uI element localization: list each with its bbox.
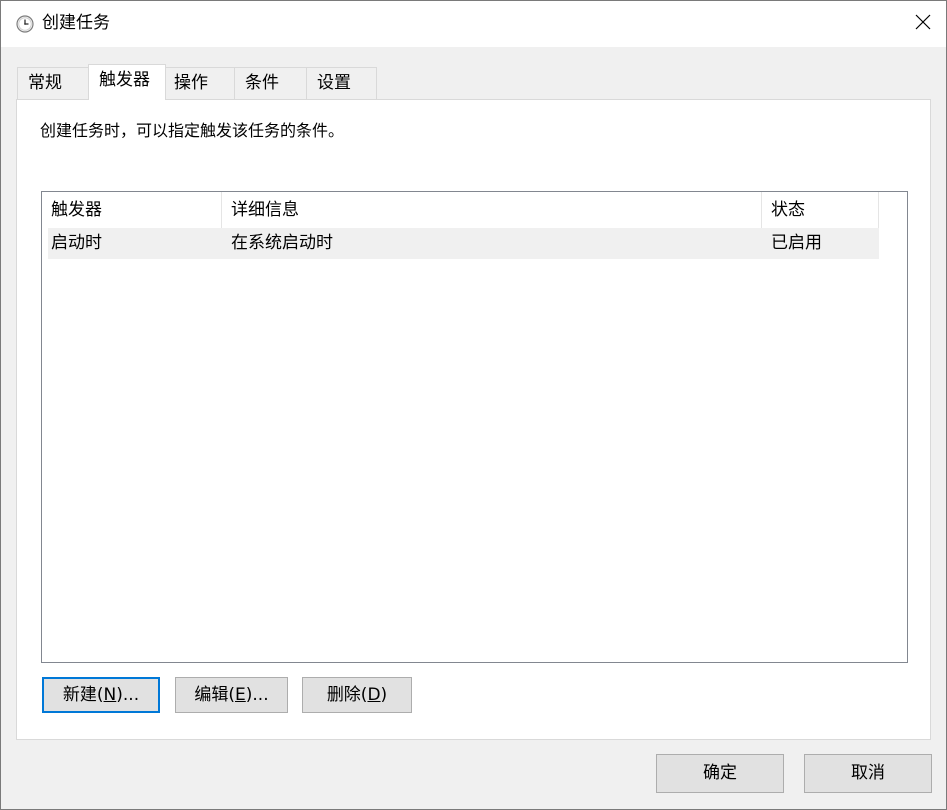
panel-description: 创建任务时，可以指定触发该任务的条件。	[40, 121, 345, 140]
column-header-status[interactable]: 状态	[762, 192, 879, 228]
list-header: 触发器 详细信息 状态	[42, 192, 907, 228]
close-button[interactable]	[900, 1, 946, 47]
delete-button-suffix: )	[380, 685, 388, 705]
list-item[interactable]: 启动时 在系统启动时 已启用	[48, 228, 879, 259]
new-button[interactable]: 新建(N)...	[42, 677, 160, 713]
close-icon	[915, 14, 931, 34]
edit-button[interactable]: 编辑(E)...	[175, 677, 288, 713]
triggers-list[interactable]: 触发器 详细信息 状态 启动时 在系统启动时 已启用	[41, 191, 908, 663]
column-header-trigger[interactable]: 触发器	[42, 192, 222, 228]
tab-triggers[interactable]: 触发器	[88, 64, 166, 100]
cell-status: 已启用	[771, 233, 822, 253]
cancel-button[interactable]: 取消	[804, 754, 932, 793]
tab-label: 常规	[28, 73, 62, 93]
edit-button-text: 编辑(	[194, 685, 236, 705]
tab-label: 触发器	[99, 70, 150, 90]
window-title: 创建任务	[42, 13, 110, 33]
tab-conditions[interactable]: 条件	[234, 67, 307, 99]
new-button-suffix: )...	[116, 685, 140, 705]
delete-button-accesskey: D	[367, 685, 381, 705]
edit-button-accesskey: E	[235, 685, 246, 705]
triggers-panel: 创建任务时，可以指定触发该任务的条件。 触发器 详细信息 状态 启动时 在系统启…	[16, 99, 931, 740]
edit-button-suffix: )...	[245, 685, 269, 705]
tab-actions[interactable]: 操作	[163, 67, 235, 99]
ok-button[interactable]: 确定	[656, 754, 784, 793]
tab-general[interactable]: 常规	[17, 67, 89, 99]
delete-button[interactable]: 删除(D)	[302, 677, 412, 713]
tab-label: 设置	[317, 73, 351, 93]
new-button-text: 新建(	[62, 685, 104, 705]
tab-settings[interactable]: 设置	[306, 67, 377, 99]
delete-button-text: 删除(	[326, 685, 368, 705]
cell-trigger: 启动时	[51, 233, 102, 253]
tab-label: 操作	[174, 73, 208, 93]
clock-icon	[16, 15, 34, 33]
column-header-details[interactable]: 详细信息	[222, 192, 762, 228]
title-bar: 创建任务	[1, 1, 946, 47]
create-task-dialog: 创建任务 常规 触发器 操作 条件 设置 创建任务时，可以指定触发该任务的条件。…	[0, 0, 947, 810]
new-button-accesskey: N	[103, 685, 117, 705]
tab-label: 条件	[245, 73, 279, 93]
cell-details: 在系统启动时	[231, 233, 333, 253]
